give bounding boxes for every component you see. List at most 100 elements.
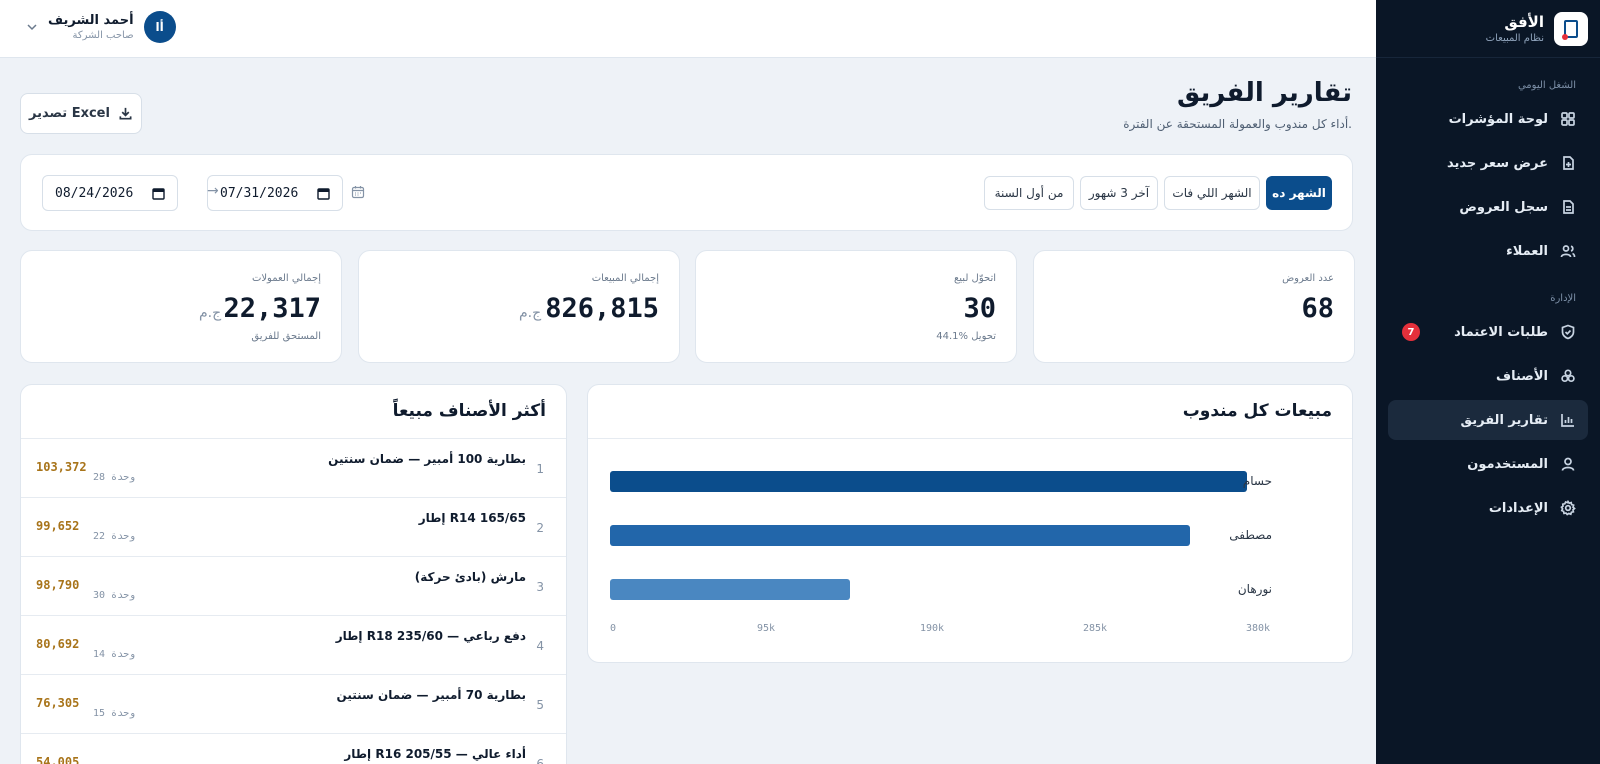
item-name: إطار R18 235/60 — دفع رباعي bbox=[335, 629, 526, 643]
list-item[interactable]: 2 إطار R14 165/65 22 وحدة 99,652 bbox=[21, 497, 566, 556]
sidebar-item-items[interactable]: الأصناف bbox=[1388, 356, 1588, 396]
list-item[interactable]: 6 إطار R16 205/55 — أداء عالي 54,005 bbox=[21, 733, 566, 764]
sidebar-item-settings[interactable]: الإعدادات bbox=[1388, 488, 1588, 528]
panel-title: مبيعات كل مندوب bbox=[1182, 401, 1332, 421]
doc-list-icon bbox=[1560, 199, 1576, 215]
x-tick-label: 285k bbox=[1083, 623, 1108, 634]
download-icon bbox=[119, 107, 132, 120]
list-item[interactable]: 1 بطارية 100 أمبير — ضمان سنتين 28 وحدة 103,… bbox=[21, 438, 566, 497]
calendar-icon bbox=[351, 186, 365, 199]
date-to-input[interactable]: 08/24/2026 bbox=[42, 175, 178, 211]
item-units: 22 وحدة bbox=[93, 531, 135, 542]
page-subtitle: أداء كل مندوب والعمولة المستحقة عن الفتر… bbox=[1123, 117, 1352, 131]
new-doc-icon bbox=[1560, 155, 1576, 171]
x-tick-label: 380k bbox=[1246, 623, 1271, 634]
item-name: مارش (بادئ حركة) bbox=[414, 570, 526, 584]
kpi-value: 68 bbox=[1301, 293, 1334, 324]
kpi-quotes-count: عدد العروض 68 bbox=[1033, 250, 1355, 363]
user-menu[interactable]: أحمد الشريف صاحب الشركة أا bbox=[26, 11, 176, 43]
kpi-total-commissions: إجمالي العمولات 22,317 ج.م المستحق للفري… bbox=[20, 250, 342, 363]
item-rank: 1 bbox=[536, 462, 544, 476]
bar-2 bbox=[610, 525, 1190, 546]
date-from-value: 07/31/2026 bbox=[220, 185, 299, 201]
date-picker-icon[interactable] bbox=[317, 187, 330, 200]
boxes-icon bbox=[1560, 368, 1576, 384]
section-label-admin: الإدارة bbox=[1550, 293, 1576, 304]
x-tick-label: 190k bbox=[920, 623, 945, 634]
sales-per-rep-panel: مبيعات كل مندوب حسام مصطفى نورهان 0 95k 190k 2… bbox=[587, 384, 1353, 663]
sidebar-item-team-reports[interactable]: تقارير الفريق bbox=[1388, 400, 1588, 440]
brand-title: الأفق bbox=[1504, 13, 1544, 31]
user-info: أحمد الشريف صاحب الشركة bbox=[48, 13, 134, 41]
item-units-word: وحدة bbox=[111, 649, 136, 660]
kpi-label: عدد العروض bbox=[1282, 273, 1334, 284]
item-units-word: وحدة bbox=[111, 708, 136, 719]
sidebar-item-label: الأصناف bbox=[1496, 368, 1548, 384]
item-value: 103,372 bbox=[36, 460, 87, 474]
date-to-value: 08/24/2026 bbox=[55, 185, 134, 201]
sidebar-item-label: لوحة المؤشرات bbox=[1448, 111, 1548, 127]
period-this-month[interactable]: الشهر ده bbox=[1266, 176, 1332, 210]
item-name: إطار R14 165/65 bbox=[418, 511, 526, 525]
list-item[interactable]: 3 مارش (بادئ حركة) 30 وحدة 98,790 bbox=[21, 556, 566, 615]
brand-logo-icon bbox=[1554, 11, 1588, 46]
list-item[interactable]: 5 بطارية 70 أمبير — ضمان سنتين 15 وحدة 76,30… bbox=[21, 674, 566, 733]
divider bbox=[588, 438, 1352, 439]
item-units-word: وحدة bbox=[111, 590, 136, 601]
item-rank: 4 bbox=[536, 639, 544, 653]
brand-subtitle: نظام المبيعات bbox=[1485, 33, 1544, 44]
kpi-label: اتحوّل لبيع bbox=[953, 273, 996, 284]
item-name: إطار R16 205/55 — أداء عالي bbox=[344, 747, 526, 761]
shield-icon bbox=[1560, 324, 1576, 340]
item-units-count: 22 bbox=[93, 531, 106, 542]
sidebar-item-users[interactable]: المستخدمون bbox=[1388, 444, 1588, 484]
sidebar: الأفق نظام المبيعات الشغل اليومي لوحة ال… bbox=[1376, 0, 1600, 764]
date-from-input[interactable]: 07/31/2026 bbox=[207, 175, 343, 211]
export-button-label: تصدير Excel bbox=[29, 106, 110, 121]
period-year-to-date[interactable]: من أول السنة bbox=[984, 176, 1074, 210]
user-icon bbox=[1560, 456, 1576, 472]
export-excel-button[interactable]: تصدير Excel bbox=[20, 93, 142, 134]
item-units: 28 وحدة bbox=[93, 472, 135, 483]
kpi-value: 826,815 bbox=[545, 293, 659, 324]
bar-label-1: حسام bbox=[1242, 474, 1272, 488]
x-tick-label: 0 bbox=[610, 623, 617, 634]
item-value: 99,652 bbox=[36, 519, 80, 533]
period-last-month[interactable]: الشهر اللي فات bbox=[1164, 176, 1260, 210]
kpi-value: 30 bbox=[963, 293, 996, 324]
sidebar-item-new-quote[interactable]: عرض سعر جديد bbox=[1388, 143, 1588, 183]
bar-label-2: مصطفى bbox=[1229, 528, 1272, 542]
brand: الأفق نظام المبيعات bbox=[1376, 0, 1600, 58]
avatar[interactable]: أا bbox=[143, 11, 176, 43]
item-name: بطارية 100 أمبير — ضمان سنتين bbox=[328, 452, 526, 466]
users-icon bbox=[1560, 243, 1576, 259]
item-rank: 3 bbox=[536, 580, 544, 594]
sidebar-item-customers[interactable]: العملاء bbox=[1388, 231, 1588, 271]
kpi-currency: ج.م bbox=[199, 305, 222, 321]
sidebar-item-label: طلبات الاعتماد bbox=[1454, 324, 1548, 340]
sidebar-item-label: سجل العروض bbox=[1459, 199, 1548, 215]
sidebar-item-label: العملاء bbox=[1506, 243, 1548, 259]
date-picker-icon[interactable] bbox=[152, 187, 165, 200]
sidebar-item-label: تقارير الفريق bbox=[1460, 412, 1548, 428]
sidebar-item-dashboard[interactable]: لوحة المؤشرات bbox=[1388, 99, 1588, 139]
sidebar-item-label: الإعدادات bbox=[1488, 500, 1548, 516]
dashboard-icon bbox=[1560, 111, 1576, 127]
item-value: 98,790 bbox=[36, 578, 80, 592]
chevron-down-icon[interactable] bbox=[26, 21, 38, 33]
item-name: بطارية 70 أمبير — ضمان سنتين bbox=[336, 688, 526, 702]
item-units: 14 وحدة bbox=[93, 649, 135, 660]
kpi-converted: اتحوّل لبيع 30 44.1% تحويل bbox=[695, 250, 1017, 363]
gear-icon bbox=[1560, 500, 1576, 516]
period-last-3-months[interactable]: آخر 3 شهور bbox=[1080, 176, 1158, 210]
list-item[interactable]: 4 إطار R18 235/60 — دفع رباعي 14 وحدة 80,692 bbox=[21, 615, 566, 674]
item-units-count: 28 bbox=[93, 472, 106, 483]
sidebar-item-quotes-log[interactable]: سجل العروض bbox=[1388, 187, 1588, 227]
period-filter-bar: الشهر ده الشهر اللي فات آخر 3 شهور من أو… bbox=[20, 154, 1353, 231]
kpi-label: إجمالي العمولات bbox=[251, 273, 321, 284]
kpi-label: إجمالي المبيعات bbox=[591, 273, 659, 284]
item-units: 15 وحدة bbox=[93, 708, 135, 719]
sidebar-item-approvals[interactable]: 7 طلبات الاعتماد bbox=[1388, 312, 1588, 352]
page-title: تقارير الفريق bbox=[1177, 78, 1352, 108]
kpi-total-sales: إجمالي المبيعات 826,815 ج.م bbox=[358, 250, 680, 363]
